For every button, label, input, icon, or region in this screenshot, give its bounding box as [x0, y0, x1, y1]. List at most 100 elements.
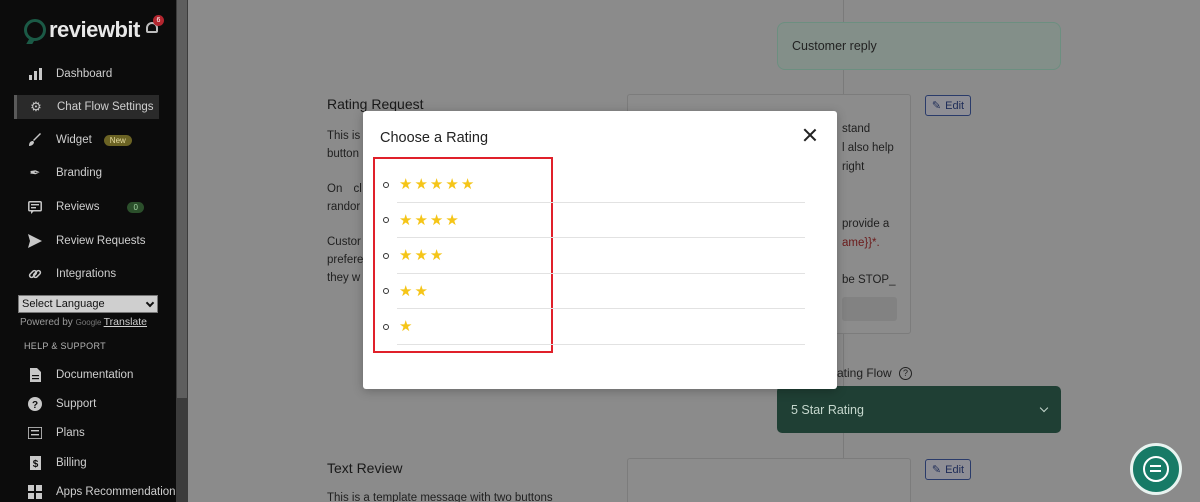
star-icon: ★: [399, 318, 413, 336]
bullet-icon: [383, 288, 389, 295]
sidebar-item-dashboard[interactable]: Dashboard: [16, 62, 161, 86]
chat-support-button[interactable]: [1130, 443, 1182, 495]
chat-bubble-icon: [1143, 456, 1169, 482]
rating-option-3[interactable]: ★ ★ ★: [381, 238, 805, 274]
brush-icon: [28, 133, 42, 147]
sidebar-item-label: Widget: [56, 134, 92, 146]
star-icon: ★: [399, 211, 413, 229]
svg-text:$: $: [32, 459, 38, 470]
edit-label: Edit: [945, 99, 965, 112]
language-select[interactable]: Select Language: [18, 295, 158, 313]
star-icon: ★: [429, 247, 444, 265]
sidebar-item-label: Chat Flow Settings: [57, 101, 154, 113]
bullet-icon: [383, 323, 389, 330]
scrollbar-thumb[interactable]: [177, 0, 187, 398]
sidebar-item-label: Branding: [56, 167, 103, 179]
notification-badge: 6: [153, 15, 164, 26]
rating-request-edit-button[interactable]: ✎ Edit: [925, 95, 971, 116]
customer-reply-bubble: Customer reply: [777, 22, 1061, 70]
new-badge: New: [103, 134, 132, 146]
sidebar-item-review-requests[interactable]: Review Requests: [16, 229, 161, 253]
sidebar-scrollbar[interactable]: [176, 0, 188, 502]
rating-request-line: randor: [327, 201, 361, 213]
text-review-edit-button[interactable]: ✎ Edit: [925, 459, 971, 480]
preview-line: be STOP_: [842, 274, 896, 286]
rating-request-line: Custor: [327, 236, 361, 248]
divider: [397, 343, 805, 345]
sidebar-item-branding[interactable]: ✒ Branding: [16, 161, 161, 185]
rating-request-line: prefere: [327, 254, 364, 266]
preview-line: right: [842, 161, 865, 173]
powered-by: Powered by Google Translate: [20, 316, 147, 328]
star-icon: ★: [445, 211, 459, 229]
rating-flow-label-text: ating Flow: [837, 366, 892, 380]
star-icon: ★: [399, 176, 413, 194]
rating-request-line: they w: [327, 272, 361, 284]
star-icon: ★: [414, 247, 428, 265]
sidebar-item-integrations[interactable]: Integrations: [16, 262, 161, 286]
choose-rating-modal: Choose a Rating ★ ★ ★ ★ ★ ★ ★ ★ ★ ★ ★ ★ ★ ★ ★: [363, 111, 837, 389]
text-review-description: This is a template message with two butt…: [327, 492, 553, 502]
rating-option-2[interactable]: ★ ★: [381, 274, 805, 309]
edit-label: Edit: [945, 463, 965, 476]
svg-text:?: ?: [32, 400, 38, 411]
sidebar-item-label: Plans: [56, 427, 85, 439]
google-logo-icon: Google: [75, 318, 104, 327]
rating-flow-select[interactable]: 5 Star Rating: [777, 386, 1061, 433]
apps-icon: [28, 485, 42, 499]
reviews-icon: [28, 200, 42, 214]
sidebar-item-plans[interactable]: Plans: [16, 421, 161, 445]
notification-bell-icon[interactable]: 6: [145, 15, 164, 36]
question-circle-icon[interactable]: ?: [899, 367, 913, 381]
star-icon: ★: [414, 176, 428, 194]
close-icon[interactable]: [802, 127, 818, 143]
sidebar-item-billing[interactable]: $ Billing: [16, 451, 161, 475]
rating-flow-label: ating Flow ?: [837, 363, 913, 383]
preview-line: l also help: [842, 142, 894, 154]
star-icon: ★: [445, 176, 459, 194]
list-icon: [28, 426, 42, 440]
help-section-heading: HELP & SUPPORT: [24, 341, 106, 351]
sidebar-item-support[interactable]: ? Support: [16, 392, 161, 416]
preview-line: provide a: [842, 218, 890, 230]
preview-line: stand: [842, 123, 871, 135]
bullet-icon: [383, 181, 389, 188]
rating-flow-select-value: 5 Star Rating: [791, 402, 864, 417]
bullet-icon: [383, 217, 389, 224]
sidebar-item-apps-recommendation[interactable]: Apps Recommendation: [16, 480, 186, 502]
sidebar-item-reviews[interactable]: Reviews 0: [16, 195, 161, 219]
rating-option-1[interactable]: ★: [381, 309, 805, 345]
pen-nib-icon: ✒: [29, 165, 41, 180]
star-icon: ★: [414, 282, 428, 300]
sidebar-item-label: Dashboard: [56, 68, 113, 80]
translate-link[interactable]: Translate: [104, 316, 147, 328]
modal-title: Choose a Rating: [380, 130, 489, 146]
preview-button-placeholder: [842, 297, 897, 321]
rating-option-5[interactable]: ★ ★ ★ ★ ★: [381, 167, 805, 203]
gear-icon: ⚙: [30, 99, 42, 114]
rating-request-line: button: [327, 148, 359, 160]
customer-reply-text: Customer reply: [792, 39, 877, 53]
rating-option-4[interactable]: ★ ★ ★ ★: [381, 203, 805, 238]
sidebar-item-label: Reviews: [56, 201, 100, 213]
logo-text: reviewbit: [49, 17, 140, 42]
sidebar-item-chat-flow-settings[interactable]: ⚙ Chat Flow Settings: [14, 95, 159, 119]
reviews-count-badge: 0: [127, 201, 144, 213]
sidebar-item-label: Integrations: [56, 268, 117, 280]
rating-request-title: Rating Request: [327, 96, 424, 112]
chevron-down-icon: [145, 298, 155, 308]
preview-line: ame}}*.: [842, 237, 880, 249]
rating-request-line: On cl: [327, 183, 362, 195]
sidebar-item-widget[interactable]: Widget New: [16, 128, 161, 152]
logo[interactable]: reviewbit: [24, 16, 140, 44]
sidebar-item-label: Review Requests: [56, 235, 146, 247]
sidebar-item-label: Support: [56, 398, 97, 410]
bar-chart-icon: [28, 67, 42, 81]
sidebar-item-documentation[interactable]: Documentation: [16, 363, 161, 387]
send-icon: [28, 234, 42, 248]
star-icon: ★: [414, 211, 428, 229]
dollar-icon: $: [28, 456, 42, 470]
sidebar-item-label: Apps Recommendation: [56, 486, 176, 498]
bullet-icon: [383, 252, 389, 259]
text-review-title: Text Review: [327, 460, 403, 476]
